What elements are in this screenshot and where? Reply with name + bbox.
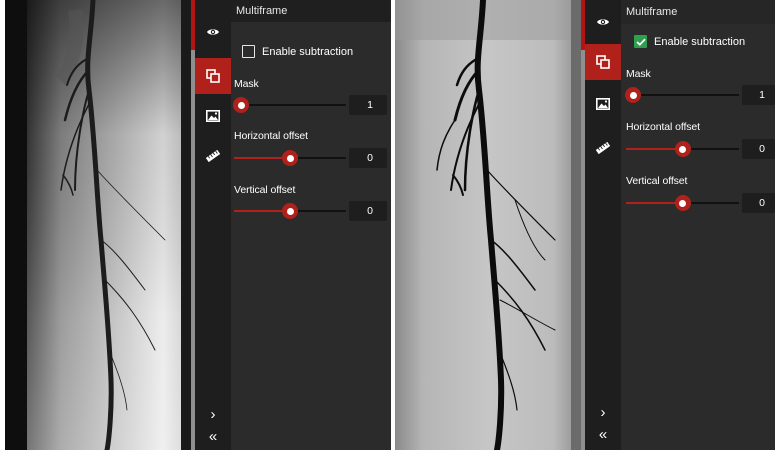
panel-title: Multiframe: [231, 0, 391, 22]
subtraction-label: Enable subtraction: [262, 45, 354, 58]
measure-tool-button[interactable]: [195, 138, 231, 174]
expand-chevron-icon[interactable]: ›: [195, 407, 231, 422]
horizontal-offset-value[interactable]: 0: [742, 139, 775, 159]
enable-subtraction-toggle[interactable]: Enable subtraction: [634, 35, 745, 48]
slider-thumb[interactable]: [625, 87, 641, 103]
eye-icon: [597, 19, 609, 25]
subtraction-checkbox[interactable]: [242, 45, 255, 58]
multiframe-panel: Multiframe Enable subtraction Mask 1 Hor…: [621, 0, 775, 450]
vertical-offset-value[interactable]: 0: [349, 201, 387, 221]
layers-icon: [596, 55, 610, 69]
checkmark-icon: [635, 38, 646, 46]
slider-thumb[interactable]: [674, 195, 691, 211]
expand-chevron-icon[interactable]: ›: [585, 405, 621, 420]
mask-label: Mask: [626, 68, 651, 80]
angiogram-image-unsubtracted: [5, 0, 191, 450]
layers-icon: [206, 69, 220, 83]
slider-track: [241, 104, 346, 106]
slider-thumb[interactable]: [674, 141, 691, 157]
subtraction-label: Enable subtraction: [654, 35, 746, 48]
horizontal-offset-slider[interactable]: [626, 141, 739, 157]
multiframe-panel: Multiframe Enable subtraction Mask 1 Hor…: [231, 0, 391, 450]
image-tool-button[interactable]: [195, 98, 231, 134]
subtraction-checkbox[interactable]: [634, 35, 647, 48]
mask-value[interactable]: 1: [349, 95, 387, 115]
slider-thumb[interactable]: [233, 97, 249, 113]
vertical-offset-value[interactable]: 0: [742, 193, 775, 213]
angiogram-image-subtracted: [395, 0, 581, 450]
ruler-icon: [595, 141, 611, 155]
multiframe-tool-button[interactable]: [585, 44, 621, 80]
view-tool-button[interactable]: [585, 4, 621, 40]
collapse-panel-icon[interactable]: «: [585, 427, 621, 442]
image-viewport-unsubtracted[interactable]: [5, 0, 191, 450]
ruler-icon: [205, 149, 221, 163]
icon-toolbar: › «: [585, 0, 621, 450]
vertical-offset-slider[interactable]: [234, 203, 346, 219]
image-icon: [206, 110, 220, 122]
horizontal-offset-slider[interactable]: [234, 150, 346, 166]
horizontal-offset-label: Horizontal offset: [626, 121, 700, 133]
image-icon: [596, 98, 610, 110]
view-tool-button[interactable]: [195, 14, 231, 50]
eye-icon: [207, 29, 219, 35]
mask-slider[interactable]: [233, 97, 346, 113]
multiframe-tool-button[interactable]: [195, 58, 231, 94]
icon-toolbar: › «: [195, 0, 231, 450]
image-tool-button[interactable]: [585, 86, 621, 122]
collapse-panel-icon[interactable]: «: [195, 429, 231, 444]
image-viewport-subtracted[interactable]: [395, 0, 581, 450]
slider-thumb[interactable]: [282, 150, 298, 166]
mask-value[interactable]: 1: [742, 85, 775, 105]
slider-track: [633, 94, 739, 96]
mask-label: Mask: [234, 78, 259, 90]
horizontal-offset-label: Horizontal offset: [234, 130, 308, 142]
enable-subtraction-toggle[interactable]: Enable subtraction: [242, 45, 353, 58]
slider-thumb[interactable]: [282, 203, 298, 219]
horizontal-offset-value[interactable]: 0: [349, 148, 387, 168]
measure-tool-button[interactable]: [585, 130, 621, 166]
vertical-offset-label: Vertical offset: [234, 184, 296, 196]
vertical-offset-label: Vertical offset: [626, 175, 688, 187]
vertical-offset-slider[interactable]: [626, 195, 739, 211]
mask-slider[interactable]: [625, 87, 739, 103]
panel-title: Multiframe: [621, 0, 775, 24]
